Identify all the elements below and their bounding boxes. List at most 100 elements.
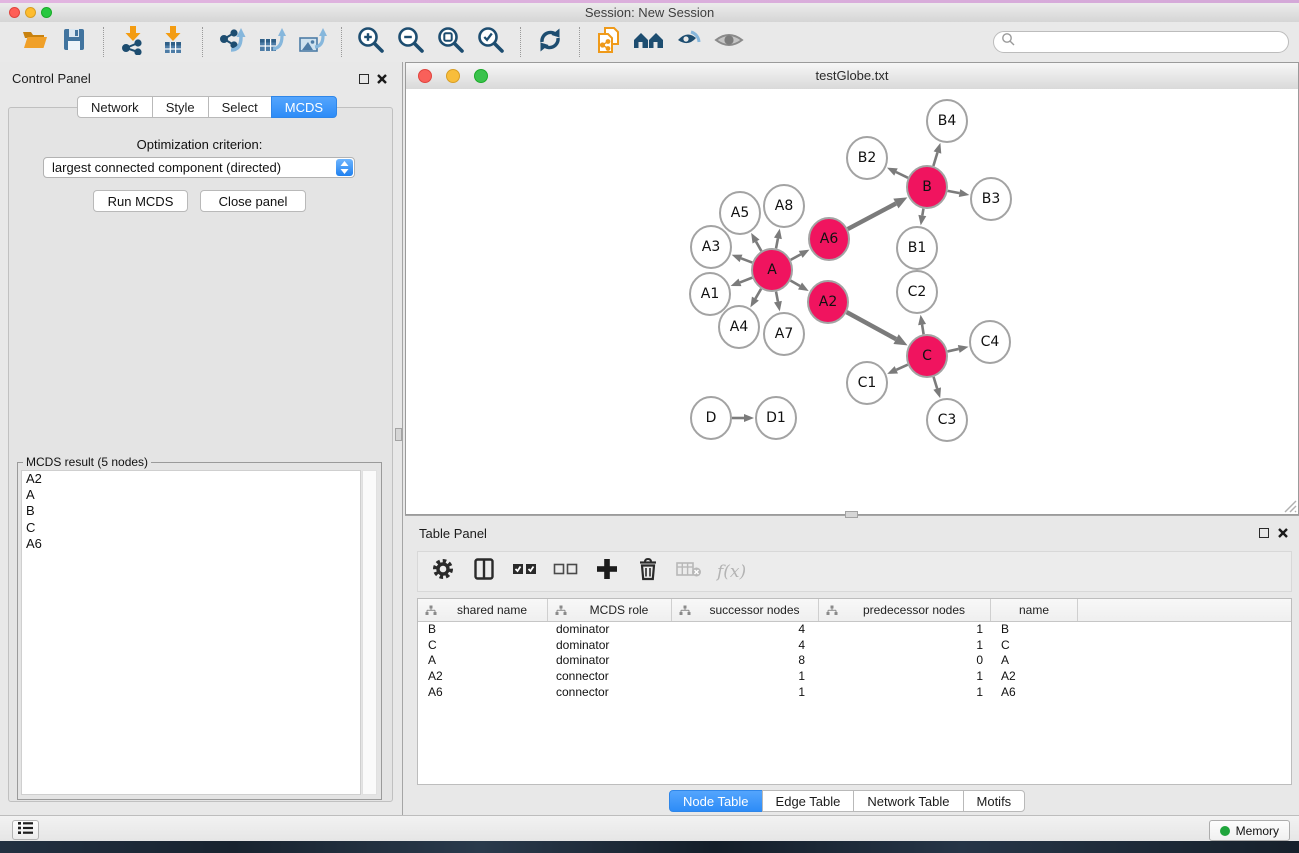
delete-table-button[interactable] <box>676 559 702 585</box>
table-row[interactable]: A6connector11A6 <box>418 685 1291 701</box>
table-tab-node-table[interactable]: Node Table <box>669 790 763 812</box>
table-cell[interactable]: 4 <box>672 622 819 638</box>
graph-edge-B-B1[interactable] <box>922 209 923 216</box>
graph-edge-A-A7[interactable] <box>776 292 778 302</box>
graph-edge-C-C1[interactable] <box>896 365 907 370</box>
table-cell[interactable]: A <box>418 653 548 669</box>
table-cell[interactable]: 1 <box>819 638 991 654</box>
graph-edge-A-A4[interactable] <box>755 289 761 299</box>
criterion-dropdown[interactable]: largest connected component (directed) <box>43 157 355 178</box>
new-network-from-selection-button[interactable] <box>592 26 626 58</box>
table-cell[interactable]: 4 <box>672 638 819 654</box>
control-tab-style[interactable]: Style <box>152 96 209 118</box>
first-neighbors-button[interactable] <box>632 26 666 58</box>
graph-edge-A-A1[interactable] <box>740 278 752 283</box>
table-cell[interactable]: dominator <box>548 653 672 669</box>
table-cell[interactable]: A2 <box>418 669 548 685</box>
table-cell[interactable]: A <box>991 653 1078 669</box>
control-tab-network[interactable]: Network <box>77 96 153 118</box>
table-cell[interactable]: dominator <box>548 638 672 654</box>
column-header-shared-name[interactable]: shared name <box>418 599 548 621</box>
network-close-button[interactable] <box>418 69 432 83</box>
vertical-splitter[interactable] <box>402 62 403 815</box>
table-cell[interactable]: B <box>418 622 548 638</box>
table-cell[interactable]: B <box>991 622 1078 638</box>
graph-edge-A-A8[interactable] <box>776 238 778 248</box>
table-cell[interactable]: A2 <box>991 669 1078 685</box>
hide-selected-button[interactable] <box>672 26 706 58</box>
result-list-scrollbar[interactable] <box>362 470 377 795</box>
table-cell[interactable]: C <box>991 638 1078 654</box>
column-header-predecessor-nodes[interactable]: predecessor nodes <box>819 599 991 621</box>
control-panel-close-button[interactable] <box>376 72 388 90</box>
save-session-button[interactable] <box>57 26 91 58</box>
import-network-button[interactable] <box>116 26 150 58</box>
table-panel-close-button[interactable] <box>1277 526 1289 544</box>
open-session-button[interactable] <box>17 26 51 58</box>
table-cell[interactable]: A6 <box>418 685 548 701</box>
graph-edge-A-A2[interactable] <box>790 281 800 286</box>
table-cell[interactable]: C <box>418 638 548 654</box>
resize-grip-icon[interactable] <box>1281 497 1297 513</box>
close-window-button[interactable] <box>9 7 20 18</box>
control-panel-float-button[interactable] <box>359 74 369 84</box>
delete-column-button[interactable] <box>635 559 661 585</box>
column-header-name[interactable]: name <box>991 599 1078 621</box>
zoom-window-button[interactable] <box>41 7 52 18</box>
import-table-button[interactable] <box>156 26 190 58</box>
horizontal-splitter-handle[interactable] <box>845 511 858 518</box>
table-panel-float-button[interactable] <box>1259 528 1269 538</box>
table-cell[interactable]: 1 <box>672 669 819 685</box>
mcds-result-item[interactable]: A6 <box>22 536 360 552</box>
export-network-button[interactable] <box>215 26 249 58</box>
function-builder-button[interactable]: f(x) <box>717 559 746 585</box>
deselect-all-button[interactable] <box>553 559 579 585</box>
fit-content-button[interactable] <box>434 26 468 58</box>
table-cell[interactable]: 1 <box>672 685 819 701</box>
table-cell[interactable]: connector <box>548 685 672 701</box>
graph-edge-C-C2[interactable] <box>922 325 924 335</box>
export-image-button[interactable] <box>295 26 329 58</box>
table-tab-network-table[interactable]: Network Table <box>853 790 963 812</box>
zoom-selected-region-button[interactable] <box>474 26 508 58</box>
show-panels-button[interactable] <box>12 820 39 840</box>
table-cell[interactable]: 1 <box>819 685 991 701</box>
table-tab-motifs[interactable]: Motifs <box>963 790 1026 812</box>
zoom-out-button[interactable] <box>394 26 428 58</box>
table-cell[interactable]: connector <box>548 669 672 685</box>
table-tab-edge-table[interactable]: Edge Table <box>762 790 855 812</box>
graph-edge-C-C3[interactable] <box>934 377 938 389</box>
graph-edge-A-A6[interactable] <box>791 254 801 259</box>
export-table-button[interactable] <box>255 26 289 58</box>
network-canvas[interactable]: B4B2BB3A8A5A6B1A3AC2A1A2A4A7C4CC1DD1C3 <box>406 89 1298 514</box>
table-cell[interactable]: 0 <box>819 653 991 669</box>
mcds-result-item[interactable]: C <box>22 520 360 536</box>
split-columns-button[interactable] <box>471 559 497 585</box>
graph-edge-B-B3[interactable] <box>948 191 960 193</box>
search-input[interactable] <box>1020 32 1288 52</box>
table-cell[interactable]: 1 <box>819 669 991 685</box>
table-row[interactable]: Adominator80A <box>418 653 1291 669</box>
graph-edge-A6-B[interactable] <box>848 204 896 230</box>
show-hide-panel-button[interactable] <box>712 26 746 58</box>
control-tab-select[interactable]: Select <box>208 96 272 118</box>
table-row[interactable]: A2connector11A2 <box>418 669 1291 685</box>
column-header-MCDS-role[interactable]: MCDS role <box>548 599 672 621</box>
graph-edge-A-A5[interactable] <box>756 242 761 251</box>
graph-edge-B-B4[interactable] <box>933 152 937 166</box>
table-cell[interactable]: 8 <box>672 653 819 669</box>
graph-edge-A2-C[interactable] <box>847 312 896 339</box>
dropdown-stepper-icon[interactable] <box>336 159 353 176</box>
refresh-button[interactable] <box>533 26 567 58</box>
mcds-result-item[interactable]: A <box>22 487 360 503</box>
zoom-in-button[interactable] <box>354 26 388 58</box>
table-cell[interactable]: A6 <box>991 685 1078 701</box>
graph-edge-A-A3[interactable] <box>741 258 752 262</box>
mcds-result-item[interactable]: B <box>22 503 360 519</box>
close-panel-button[interactable]: Close panel <box>200 190 306 212</box>
memory-button[interactable]: Memory <box>1209 820 1290 841</box>
vertical-splitter-handle[interactable] <box>395 428 402 441</box>
graph-edge-B-B2[interactable] <box>896 172 908 178</box>
control-tab-mcds[interactable]: MCDS <box>271 96 337 118</box>
mcds-result-item[interactable]: A2 <box>22 471 360 487</box>
